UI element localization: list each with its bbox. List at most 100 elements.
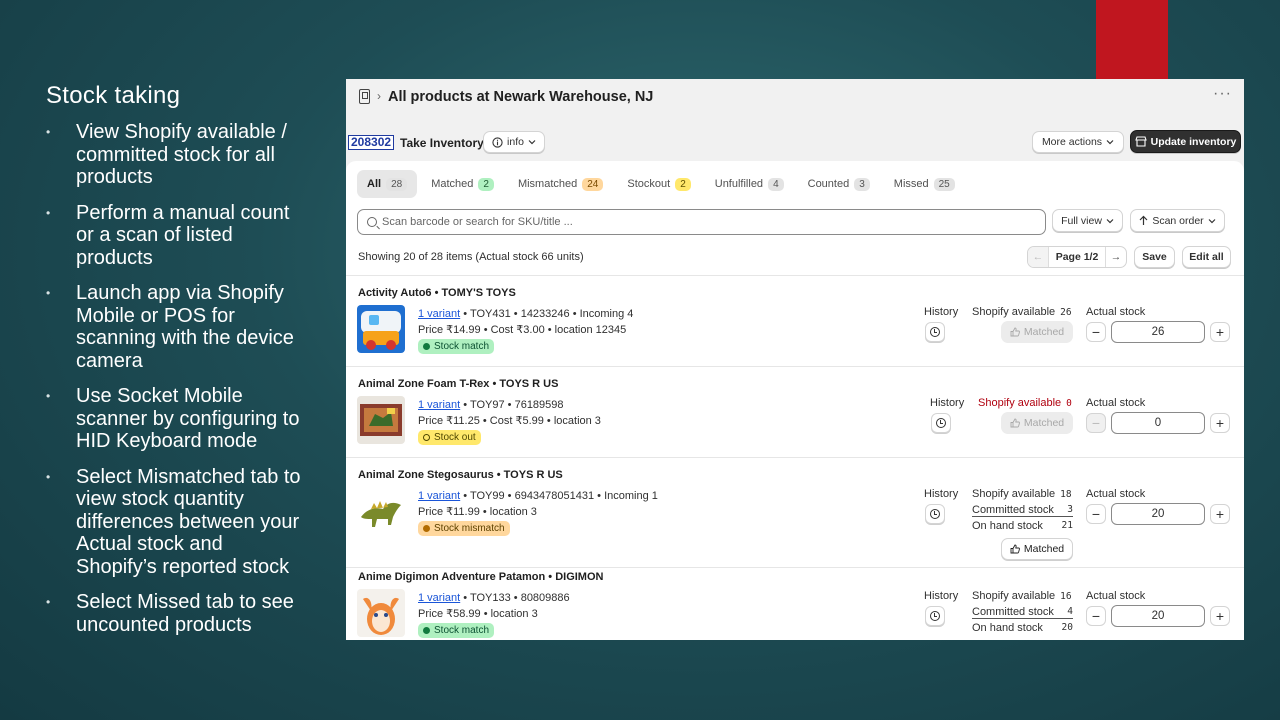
info-button[interactable]: info: [483, 131, 545, 153]
breadcrumb-separator: ›: [377, 89, 381, 103]
price-line: Price ₹58.99 • location 3: [418, 608, 538, 620]
sku-line: • TOY133 • 80809886: [460, 592, 570, 604]
variant-link[interactable]: 1 variant: [418, 308, 460, 320]
bullet-item: • Select Missed tab to see uncounted prod…: [44, 591, 306, 636]
matched-button[interactable]: Matched: [1001, 538, 1073, 560]
actual-stock-label: Actual stock: [1086, 306, 1146, 318]
decrement-button[interactable]: −: [1086, 322, 1106, 342]
matched-label: Matched: [1023, 326, 1065, 338]
committed-stock: Committed stock 3: [972, 504, 1073, 517]
tab-label: Mismatched: [517, 178, 578, 190]
product-image: [357, 487, 405, 535]
results-summary: Showing 20 of 28 items (Actual stock 66 …: [358, 251, 584, 263]
save-button[interactable]: Save: [1134, 246, 1175, 268]
status-badge: Stock match: [418, 623, 495, 638]
page-indicator: Page 1/2: [1048, 247, 1106, 267]
shopify-available-value: 16: [1060, 591, 1072, 602]
increment-button[interactable]: +: [1210, 504, 1230, 524]
shopify-available-value: 0: [1066, 398, 1072, 409]
full-view-button[interactable]: Full view: [1052, 209, 1123, 232]
product-name: Activity Auto6 • TOMY'S TOYS: [358, 287, 516, 299]
tab-count: 24: [582, 177, 604, 191]
search-input[interactable]: Scan barcode or search for SKU/title ...: [357, 209, 1046, 235]
scan-order-button[interactable]: Scan order: [1130, 209, 1225, 232]
clock-icon: [930, 611, 940, 621]
status-label: Stock match: [434, 625, 490, 636]
more-actions-button[interactable]: More actions: [1032, 131, 1124, 153]
chevron-down-icon: [528, 140, 536, 145]
info-label: info: [507, 136, 524, 148]
tab-unfulfilled[interactable]: Unfulfilled 4: [705, 170, 794, 198]
tab-stockout[interactable]: Stockout 2: [617, 170, 700, 198]
history-button[interactable]: [925, 606, 945, 626]
more-options-icon[interactable]: ···: [1213, 85, 1232, 103]
variant-link[interactable]: 1 variant: [418, 592, 460, 604]
price-line: Price ₹14.99 • Cost ₹3.00 • location 123…: [418, 324, 627, 336]
prev-page-button[interactable]: ←: [1028, 247, 1048, 267]
tab-label: Missed: [893, 178, 929, 190]
history-button[interactable]: [925, 504, 945, 524]
product-name: Animal Zone Foam T-Rex • TOYS R US: [358, 378, 559, 390]
inventory-card: All 28 Matched 2 Mismatched 24 Stockout 2 Un…: [346, 161, 1244, 640]
bullet-dot-icon: •: [46, 469, 51, 484]
actual-stock-input[interactable]: 20: [1111, 503, 1205, 525]
history-button[interactable]: [931, 413, 951, 433]
matched-label: Matched: [1023, 417, 1065, 429]
variant-link[interactable]: 1 variant: [418, 490, 460, 502]
increment-button[interactable]: +: [1210, 322, 1230, 342]
actual-stock-input[interactable]: 26: [1111, 321, 1205, 343]
clock-icon: [930, 327, 940, 337]
thumbs-up-icon: [1010, 418, 1020, 428]
tab-counted[interactable]: Counted 3: [798, 170, 880, 198]
bullet-dot-icon: •: [46, 595, 51, 609]
tab-matched[interactable]: Matched 2: [421, 170, 504, 198]
history-label: History: [930, 397, 965, 409]
bullet-item: • Select Mismatched tab to view stock qua…: [44, 466, 306, 579]
decrement-button[interactable]: −: [1086, 606, 1106, 626]
matched-button[interactable]: Matched: [1001, 412, 1073, 434]
product-details: 1 variant • TOY97 • 76189598 Price ₹11.2…: [418, 397, 601, 446]
product-details: 1 variant • TOY99 • 6943478051431 • Inco…: [418, 488, 658, 537]
clock-icon: [930, 509, 940, 519]
bullet-text: Select Mismatched tab to view stock quan…: [76, 465, 301, 578]
shopify-available: Shopify available 26: [972, 306, 1072, 318]
increment-button[interactable]: +: [1210, 606, 1230, 626]
inventory-toolbar: 208302 Take Inventory info More actions …: [346, 129, 1244, 155]
decrement-button[interactable]: −: [1086, 413, 1106, 433]
history-button[interactable]: [925, 322, 945, 342]
shopify-available: Shopify available 18: [972, 488, 1072, 500]
actual-stock-label: Actual stock: [1086, 590, 1146, 602]
product-details: 1 variant • TOY431 • 14233246 • Incoming…: [418, 306, 633, 355]
pos-device-icon[interactable]: [359, 89, 370, 104]
tab-all[interactable]: All 28: [357, 170, 418, 198]
variant-link[interactable]: 1 variant: [418, 399, 460, 411]
status-label: Stock out: [434, 432, 476, 443]
shopify-available: Shopify available 16: [972, 590, 1072, 602]
status-badge: Stock mismatch: [418, 521, 510, 536]
actual-stock-input[interactable]: 0: [1111, 412, 1205, 434]
tab-label: Unfulfilled: [714, 178, 764, 190]
tab-missed[interactable]: Missed 25: [884, 170, 965, 198]
chevron-down-icon: [1106, 218, 1114, 223]
update-inventory-button[interactable]: Update inventory: [1130, 130, 1241, 153]
status-badge: Stock out: [418, 430, 481, 445]
price-line: Price ₹11.99 • location 3: [418, 506, 537, 518]
decrement-button[interactable]: −: [1086, 504, 1106, 524]
thumbs-up-icon: [1010, 544, 1020, 554]
inventory-id: 208302: [348, 135, 395, 150]
accent-bar: [1096, 0, 1168, 80]
bullet-dot-icon: •: [46, 205, 51, 220]
status-label: Stock match: [434, 341, 490, 352]
tab-count: 28: [386, 177, 408, 191]
tab-mismatched[interactable]: Mismatched 24: [508, 170, 613, 198]
on-hand-stock-value: 20: [1061, 622, 1073, 633]
tab-count: 25: [933, 177, 955, 191]
tab-label: All: [367, 178, 382, 190]
actual-stock-input[interactable]: 20: [1111, 605, 1205, 627]
page-title: All products at Newark Warehouse, NJ: [388, 89, 654, 105]
pagination: ← Page 1/2 →: [1027, 246, 1127, 268]
edit-all-button[interactable]: Edit all: [1182, 246, 1231, 268]
next-page-button[interactable]: →: [1106, 247, 1126, 267]
increment-button[interactable]: +: [1210, 413, 1230, 433]
matched-button[interactable]: Matched: [1001, 321, 1073, 343]
